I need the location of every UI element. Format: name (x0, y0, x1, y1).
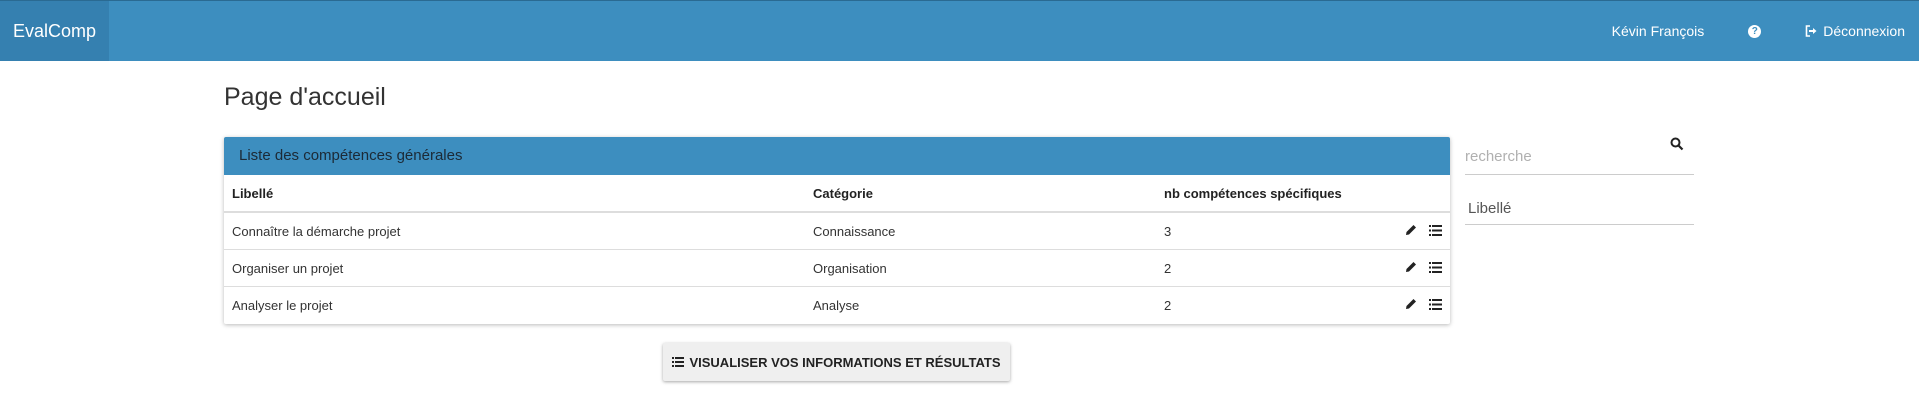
brand-logo[interactable]: EvalComp (0, 1, 109, 61)
cell-categorie: Analyse (805, 286, 1156, 323)
visualize-results-button[interactable]: VISUALISER VOS INFORMATIONS ET RÉSULTATS (663, 343, 1010, 381)
user-name: Kévin François (1611, 23, 1705, 39)
cell-nb: 2 (1156, 286, 1372, 323)
user-name-link[interactable]: Kévin François (1590, 1, 1727, 61)
list-icon[interactable] (1429, 261, 1442, 276)
table-row: Organiser un projet Organisation 2 (224, 249, 1450, 287)
competences-table: Libellé Catégorie nb compétences spécifi… (224, 175, 1450, 323)
logout-link[interactable]: Déconnexion (1783, 1, 1919, 61)
table-row: Connaître la démarche projet Connaissance… (224, 212, 1450, 250)
search-input[interactable] (1465, 145, 1655, 167)
search-icon[interactable] (1670, 137, 1684, 151)
column-header-nb[interactable]: nb compétences spécifiques (1156, 175, 1372, 213)
navbar: EvalComp Kévin François ? Déconnexion (0, 0, 1919, 61)
list-icon[interactable] (1429, 224, 1442, 239)
pencil-icon[interactable] (1405, 298, 1417, 313)
column-header-actions (1372, 175, 1450, 213)
filter-libelle[interactable]: Libellé (1465, 190, 1694, 225)
cell-categorie: Connaissance (813, 223, 896, 239)
competences-panel: Liste des compétences générales Libellé … (224, 137, 1450, 324)
cell-nb: 3 (1164, 223, 1172, 239)
cell-libelle: Organiser un projet (224, 249, 805, 287)
help-link[interactable]: ? (1726, 24, 1783, 38)
list-icon[interactable] (1429, 298, 1442, 313)
cell-actions (1372, 286, 1450, 323)
navbar-right: Kévin François ? Déconnexion (1590, 1, 1919, 61)
pencil-icon[interactable] (1405, 261, 1417, 276)
cell-actions (1372, 249, 1450, 287)
cell-nb: 2 (1156, 249, 1372, 287)
cell-libelle: Connaître la démarche projet (232, 223, 401, 239)
search-box (1465, 137, 1694, 175)
panel-heading: Liste des compétences générales (224, 137, 1450, 175)
logout-label: Déconnexion (1823, 23, 1905, 39)
question-circle-icon: ? (1748, 24, 1762, 38)
table-row: Analyser le projet Analyse 2 (224, 286, 1450, 323)
table-header-row: Libellé Catégorie nb compétences spécifi… (224, 175, 1450, 213)
list-icon (672, 357, 685, 367)
cell-libelle: Analyser le projet (224, 286, 805, 323)
column-header-libelle[interactable]: Libellé (224, 175, 805, 213)
cell-actions (1372, 212, 1450, 250)
column-header-categorie[interactable]: Catégorie (805, 175, 1156, 213)
sign-out-icon (1805, 25, 1817, 37)
page-title: Page d'accueil (224, 83, 386, 111)
pencil-icon[interactable] (1405, 224, 1417, 239)
visualize-results-label: VISUALISER VOS INFORMATIONS ET RÉSULTATS (689, 354, 1001, 370)
cell-categorie: Organisation (805, 249, 1156, 287)
